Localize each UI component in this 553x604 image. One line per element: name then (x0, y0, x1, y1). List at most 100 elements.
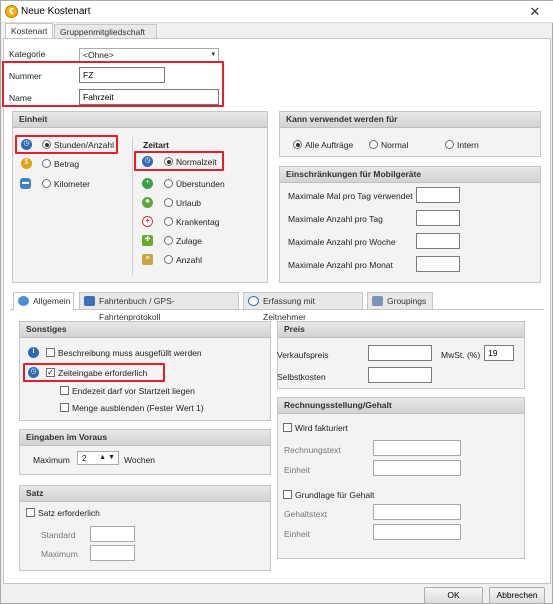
clock-icon: ◷ (28, 367, 39, 378)
kategorie-value: <Ohne> (83, 50, 114, 60)
verwendung-option-alle[interactable]: Alle Aufträge (305, 140, 353, 150)
mwst-input[interactable]: 19 (484, 345, 514, 361)
selbstkosten-input[interactable] (368, 367, 432, 383)
wird-fakturiert-label[interactable]: Wird fakturiert (295, 423, 348, 433)
einheit-option-stunden[interactable]: Stunden/Anzahl (54, 140, 114, 150)
checkbox-grundlage-gehalt[interactable] (283, 490, 292, 499)
rechnungstext-input[interactable] (373, 440, 461, 456)
gehaltstext-input[interactable] (373, 504, 461, 520)
verwendung-option-normal[interactable]: Normal (381, 140, 408, 150)
radio-alle-auftraege[interactable] (293, 140, 302, 149)
name-input[interactable]: Fahrzeit (79, 89, 219, 105)
einheit-title: Einheit (13, 112, 267, 128)
title-bar[interactable]: € Neue Kostenart ✕ (1, 1, 553, 23)
zeitart-option-normalzeit[interactable]: Normalzeit (176, 157, 217, 167)
satz-standard-input[interactable] (90, 526, 135, 542)
zeitart-option-urlaub[interactable]: Urlaub (176, 198, 201, 208)
radio-normalzeit[interactable] (164, 157, 173, 166)
subtab-groupings[interactable]: Groupings (367, 292, 433, 309)
clock-icon: ◷ (21, 139, 32, 150)
puzzle-icon: ✚ (142, 235, 153, 246)
clock-plus-icon: + (142, 178, 153, 189)
voraus-title: Eingaben im Voraus (20, 430, 270, 446)
subtab-fahrtenbuch[interactable]: Fahrtenbuch / GPS-Fahrtenprotokoll (79, 292, 239, 322)
grundlage-gehalt-label[interactable]: Grundlage für Gehalt (295, 490, 374, 500)
voraus-panel: Eingaben im Voraus (19, 429, 271, 475)
checkbox-menge[interactable] (60, 403, 69, 412)
mobil-label-anzahl-tag: Maximale Anzahl pro Tag (288, 214, 383, 224)
verwendung-option-intern[interactable]: Intern (457, 140, 479, 150)
checkbox-beschreibung[interactable] (46, 348, 55, 357)
stepper-up-icon[interactable]: ▲ (99, 452, 106, 464)
mobil-input-anzahl-tag[interactable] (416, 210, 460, 226)
radio-betrag[interactable] (42, 159, 51, 168)
stepper-down-icon[interactable]: ▼ (108, 452, 115, 464)
checkbox-wird-fakturiert[interactable] (283, 423, 292, 432)
satz-maximum-input[interactable] (90, 545, 135, 561)
radio-normal[interactable] (369, 140, 378, 149)
close-icon[interactable]: ✕ (525, 4, 545, 20)
cancel-button[interactable]: Abbrechen (489, 587, 545, 604)
checkbox-satz-erforderlich[interactable] (26, 508, 35, 517)
car-icon: ▬ (20, 178, 31, 189)
zeitart-option-zulage[interactable]: Zulage (176, 236, 202, 246)
rechnungstext-label: Rechnungstext (284, 445, 341, 455)
einheit-option-betrag[interactable]: Betrag (54, 159, 79, 169)
mobil-input-anzahl-woche[interactable] (416, 233, 460, 249)
checkbox-endezeit[interactable] (60, 386, 69, 395)
radio-kilometer[interactable] (42, 179, 51, 188)
nummer-label: Nummer (9, 71, 42, 81)
satz-erforderlich-label[interactable]: Satz erforderlich (38, 508, 100, 518)
preis-title: Preis (278, 322, 524, 338)
divider (132, 137, 133, 275)
groupings-icon (372, 296, 383, 306)
checkbox-zeiteingabe[interactable]: ✓ (46, 368, 55, 377)
name-label: Name (9, 93, 32, 103)
radio-ueberstunden[interactable] (164, 179, 173, 188)
voraus-unit-label: Wochen (124, 455, 156, 465)
mobil-label-anzahl-woche: Maximale Anzahl pro Woche (288, 237, 396, 247)
zeitart-option-krankentag[interactable]: Krankentag (176, 217, 219, 227)
radio-krankentag[interactable] (164, 217, 173, 226)
sonstiges-menge-label[interactable]: Menge ausblenden (Fester Wert 1) (72, 403, 204, 413)
radio-intern[interactable] (445, 140, 454, 149)
medical-cross-icon: + (142, 216, 153, 227)
chevron-down-icon: ▾ (211, 51, 215, 58)
radio-stunden[interactable] (42, 140, 51, 149)
mobil-input-anzahl-monat[interactable] (416, 256, 460, 272)
coin-icon: $ (21, 158, 32, 169)
radio-urlaub[interactable] (164, 198, 173, 207)
tab-gruppenmitgliedschaft[interactable]: Gruppenmitgliedschaft (54, 24, 157, 39)
voraus-maximum-stepper[interactable]: 2 ▲ ▼ (77, 451, 119, 465)
subtab-allgemein[interactable]: Allgemein (13, 292, 74, 310)
sonstiges-endezeit-label[interactable]: Endezeit darf vor Startzeit liegen (72, 386, 195, 396)
subtab-zeitnehmer[interactable]: Erfassung mit Zeitnehmer (243, 292, 363, 322)
radio-zulage[interactable] (164, 236, 173, 245)
ok-button[interactable]: OK (424, 587, 483, 604)
voraus-maximum-label: Maximum (33, 455, 70, 465)
sonstiges-zeiteingabe-label[interactable]: Zeiteingabe erforderlich (58, 368, 147, 378)
mobil-input-mal-pro-tag[interactable] (416, 187, 460, 203)
zeitart-option-ueberstunden[interactable]: Überstunden (176, 179, 225, 189)
nummer-input[interactable]: FZ (79, 67, 165, 83)
satz-title: Satz (20, 486, 270, 502)
tab-kostenart[interactable]: Kostenart (5, 23, 53, 39)
zeitart-option-anzahl[interactable]: Anzahl (176, 255, 202, 265)
satz-standard-label: Standard (41, 530, 76, 540)
sonstiges-beschreibung-label[interactable]: Beschreibung muss ausgefüllt werden (58, 348, 202, 358)
gehalt-einheit-label: Einheit (284, 529, 310, 539)
clock-icon: ◷ (142, 156, 153, 167)
mobil-label-anzahl-monat: Maximale Anzahl pro Monat (288, 260, 393, 270)
gehalt-einheit-input[interactable] (373, 524, 461, 540)
radio-anzahl[interactable] (164, 255, 173, 264)
rechnung-einheit-input[interactable] (373, 460, 461, 476)
verwendung-panel: Kann verwendet werden für (279, 111, 541, 157)
verkaufspreis-input[interactable] (368, 345, 432, 361)
einheit-option-kilometer[interactable]: Kilometer (54, 179, 90, 189)
zeitart-title: Zeitart (143, 140, 169, 150)
mobil-title: Einschränkungen für Mobilgeräte (280, 167, 540, 183)
subtab-groupings-label: Groupings (387, 296, 427, 306)
gear-icon (18, 296, 29, 306)
rechnung-title: Rechnungsstellung/Gehalt (278, 398, 524, 414)
kategorie-select[interactable]: <Ohne> ▾ (79, 48, 219, 62)
